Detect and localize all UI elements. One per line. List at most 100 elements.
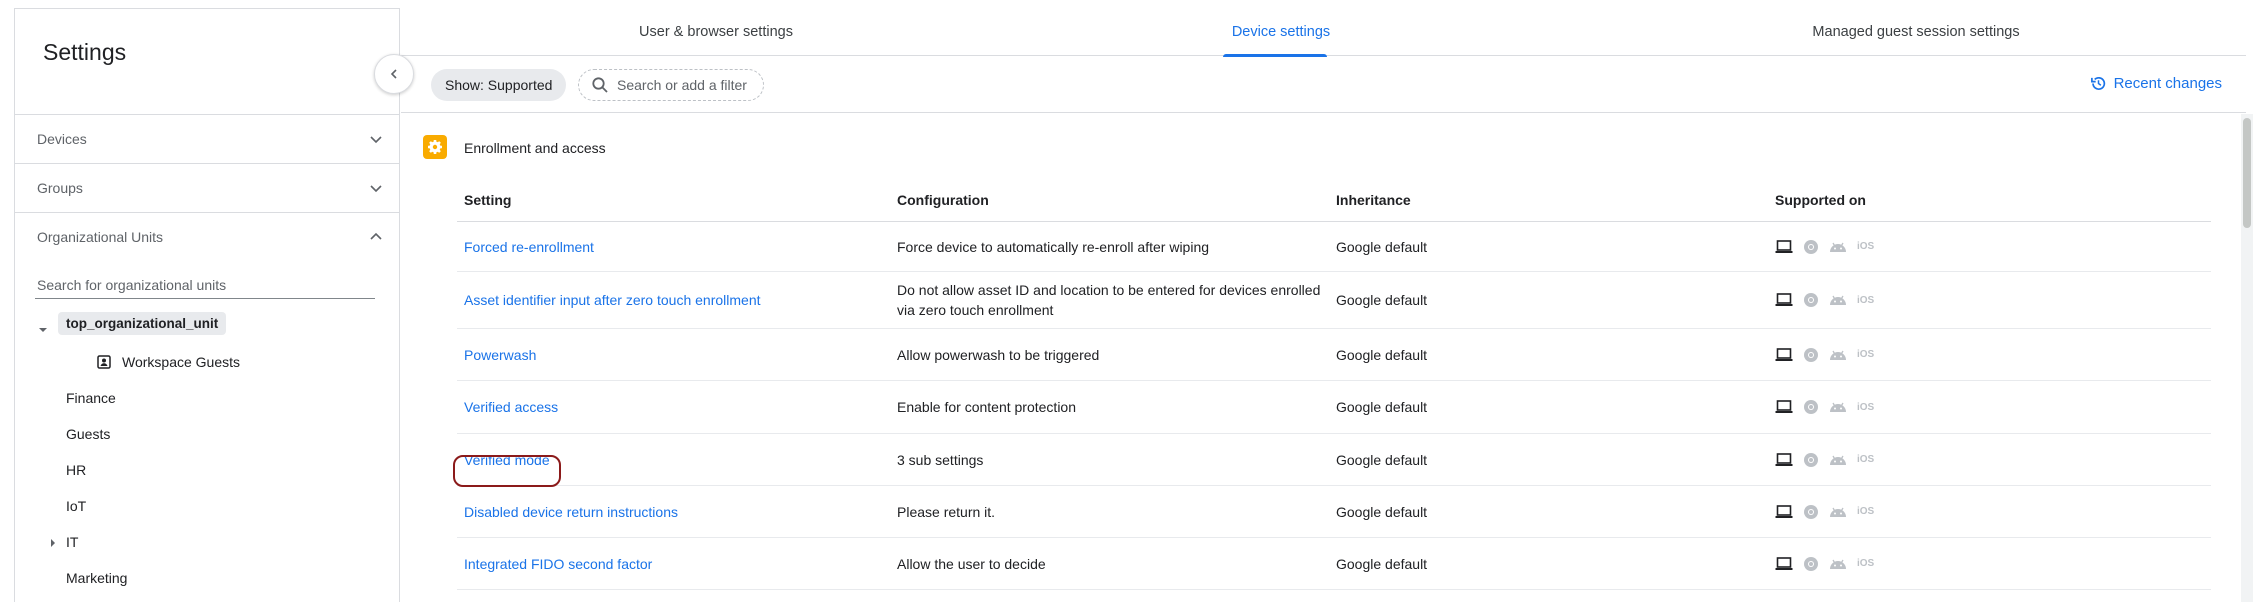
laptop-icon: [1775, 347, 1793, 361]
configuration-value: Enable for content protection: [897, 399, 1077, 415]
ios-icon: iOS: [1857, 454, 1875, 465]
tree-item-label: IT: [66, 534, 79, 550]
column-header-setting: Setting: [464, 192, 512, 208]
tree-item-guests[interactable]: Guests: [66, 426, 110, 442]
settings-content: Enrollment and access Setting Configurat…: [401, 114, 2246, 602]
chrome-icon: [1804, 556, 1818, 571]
table-row[interactable]: Disabled device return instructions Pleas…: [457, 486, 2211, 538]
recent-changes-link[interactable]: Recent changes: [2090, 75, 2222, 92]
supported-platforms: iOS: [1775, 556, 1874, 572]
gear-icon: [423, 135, 447, 159]
setting-link[interactable]: Forced re-enrollment: [464, 239, 594, 255]
tab-managed-guest-session[interactable]: Managed guest session settings: [1731, 8, 2101, 56]
ou-search-placeholder: Search for organizational units: [37, 276, 227, 293]
tab-user-browser-settings[interactable]: User & browser settings: [551, 8, 881, 56]
inheritance-value: Google default: [1336, 503, 1428, 520]
sidebar-section-devices[interactable]: Devices: [15, 114, 400, 163]
table-header: Setting Configuration Inheritance Suppor…: [457, 180, 2211, 222]
column-header-inheritance: Inheritance: [1336, 192, 1411, 208]
chrome-icon: [1804, 239, 1818, 254]
supported-platforms: iOS: [1775, 452, 1874, 468]
filter-search-input[interactable]: Search or add a filter: [578, 69, 764, 101]
configuration-value: Please return it.: [897, 503, 996, 520]
chip-label: Show: Supported: [445, 77, 553, 93]
tab-label: User & browser settings: [639, 24, 793, 40]
sidebar-section-org-units[interactable]: Organizational Units: [15, 212, 400, 261]
search-icon: [592, 77, 608, 93]
chevron-left-icon: [390, 69, 397, 79]
table-row[interactable]: Verified access Enable for content protec…: [457, 381, 2211, 434]
chrome-icon: [1804, 293, 1818, 307]
filter-bar: Show: Supported Search or add a filter R…: [401, 57, 2246, 113]
caret-right-icon[interactable]: [48, 538, 58, 548]
inheritance-value: Google default: [1336, 346, 1428, 363]
laptop-icon: [1775, 556, 1793, 570]
tree-item-workspace-guests[interactable]: Workspace Guests: [97, 354, 240, 370]
tree-item-it[interactable]: IT: [66, 534, 78, 550]
laptop-icon: [1775, 504, 1793, 518]
supported-platforms: iOS: [1775, 347, 1874, 363]
badge-icon: [97, 355, 111, 369]
setting-link[interactable]: Verified access: [464, 399, 558, 415]
android-icon: [1830, 402, 1846, 412]
tree-item-iot[interactable]: IoT: [66, 498, 86, 514]
configuration-value: 3 sub settings: [897, 451, 984, 468]
setting-link[interactable]: Integrated FIDO second factor: [464, 556, 652, 572]
tab-label: Device settings: [1231, 24, 1331, 40]
configuration-value: Allow the user to decide: [897, 555, 1046, 572]
tab-label: Managed guest session settings: [1812, 24, 2020, 40]
tab-bar: User & browser settings Device settings …: [401, 8, 2246, 57]
configuration-value: Allow powerwash to be triggered: [897, 346, 1100, 363]
tree-item-root[interactable]: top_organizational_unit: [58, 312, 227, 335]
ios-icon: iOS: [1857, 558, 1875, 569]
scrollbar-thumb[interactable]: [2243, 118, 2251, 228]
column-header-supported-on: Supported on: [1775, 192, 1866, 208]
inheritance-value: Google default: [1336, 399, 1428, 415]
laptop-icon: [1775, 452, 1793, 466]
sidebar-title: Settings: [43, 39, 127, 65]
android-icon: [1830, 350, 1846, 360]
ios-icon: iOS: [1857, 294, 1875, 306]
ios-icon: iOS: [1857, 349, 1875, 360]
ou-search-input[interactable]: Search for organizational units: [35, 271, 375, 299]
ios-icon: iOS: [1857, 506, 1875, 517]
tab-device-settings[interactable]: Device settings: [1191, 8, 1371, 57]
sidebar-section-groups[interactable]: Groups: [15, 163, 400, 212]
show-supported-chip[interactable]: Show: Supported: [431, 69, 567, 101]
ios-icon: iOS: [1857, 401, 1875, 413]
inheritance-value: Google default: [1336, 451, 1428, 468]
configuration-value: Do not allow asset ID and location to be…: [897, 282, 1321, 318]
table-row[interactable]: Powerwash Allow powerwash to be triggered…: [457, 329, 2211, 381]
collapse-sidebar-button[interactable]: [374, 54, 414, 94]
android-icon: [1830, 295, 1846, 305]
history-icon: [2090, 76, 2105, 90]
filter-placeholder: Search or add a filter: [617, 77, 747, 93]
configuration-value: Force device to automatically re-enroll …: [897, 238, 1210, 255]
tree-item-marketing[interactable]: Marketing: [66, 570, 127, 586]
sidebar-section-label: Groups: [37, 180, 83, 196]
chrome-icon: [1804, 452, 1818, 467]
table-row[interactable]: Integrated FIDO second factor Allow the u…: [457, 538, 2211, 590]
sidebar-section-label: Organizational Units: [37, 229, 164, 245]
chevron-up-icon: [370, 232, 382, 240]
highlight-box: [453, 455, 561, 487]
table-row[interactable]: Asset identifier input after zero touch …: [457, 272, 2211, 329]
android-icon: [1830, 242, 1846, 252]
recent-changes-label: Recent changes: [2113, 75, 2222, 92]
tree-item-label: Marketing: [66, 570, 128, 586]
table-row[interactable]: Verified mode 3 sub settings Google defaul…: [457, 434, 2211, 486]
tree-item-hr[interactable]: HR: [66, 462, 86, 478]
sidebar-section-label: Devices: [37, 131, 87, 147]
chevron-down-icon: [370, 136, 382, 144]
tree-item-label: HR: [66, 462, 87, 478]
caret-down-icon[interactable]: [38, 325, 48, 335]
table-row[interactable]: Forced re-enrollment Force device to auto…: [457, 222, 2211, 272]
tree-item-label: Workspace Guests: [122, 354, 241, 370]
setting-link[interactable]: Powerwash: [464, 347, 536, 363]
tree-item-label: top_organizational_unit: [66, 316, 219, 331]
scrollbar[interactable]: [2241, 114, 2253, 602]
setting-link[interactable]: Disabled device return instructions: [464, 504, 678, 520]
setting-link[interactable]: Asset identifier input after zero touch …: [464, 292, 761, 308]
tree-item-finance[interactable]: Finance: [66, 390, 116, 406]
supported-platforms: iOS: [1775, 504, 1874, 520]
